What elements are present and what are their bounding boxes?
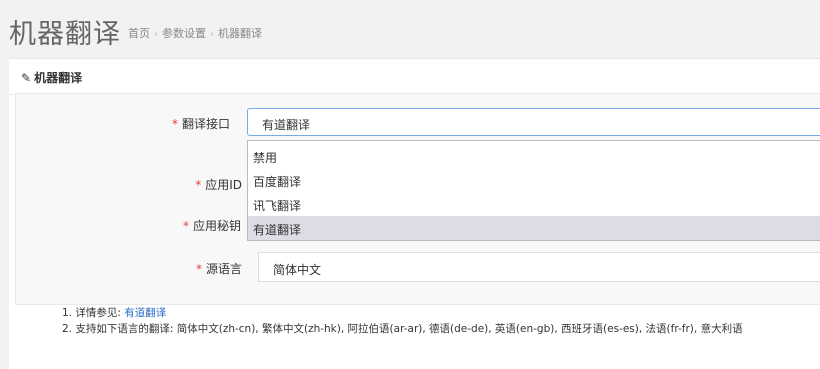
- note-line-2: 2. 支持如下语言的翻译: 简体中文(zh-cn), 繁体中文(zh-hk), …: [62, 323, 743, 335]
- source-language-label: * 源语言: [195, 262, 242, 276]
- youdao-link[interactable]: 有道翻译: [124, 307, 166, 319]
- option-youdao[interactable]: 有道翻译: [248, 216, 820, 240]
- required-mark: *: [182, 219, 189, 233]
- panel-title: ✎ 机器翻译: [21, 69, 82, 86]
- app-id-label: * 应用ID: [195, 178, 242, 192]
- panel-header: ✎ 机器翻译: [9, 59, 820, 95]
- source-language-select[interactable]: 简体中文: [258, 252, 820, 282]
- translate-api-select[interactable]: 有道翻译: [247, 108, 820, 136]
- help-notes: 1. 详情参见: 有道翻译 2. 支持如下语言的翻译: 简体中文(zh-cn),…: [62, 305, 743, 337]
- option-baidu[interactable]: 百度翻译: [248, 168, 820, 192]
- breadcrumb-separator: ›: [154, 29, 158, 40]
- app-secret-label: * 应用秘钥: [182, 219, 241, 233]
- pencil-icon: ✎: [21, 71, 32, 85]
- page-title: 机器翻译: [9, 19, 121, 50]
- source-language-value: 简体中文: [273, 263, 322, 277]
- breadcrumb-current: 机器翻译: [218, 27, 262, 40]
- option-xunfei[interactable]: 讯飞翻译: [248, 192, 820, 216]
- translate-api-label: * 翻译接口: [171, 117, 230, 131]
- translate-api-dropdown: 禁用 百度翻译 讯飞翻译 有道翻译: [247, 140, 820, 241]
- required-mark: *: [171, 117, 178, 131]
- breadcrumb-home[interactable]: 首页: [128, 27, 150, 40]
- note-line-1: 1. 详情参见: 有道翻译: [62, 307, 167, 319]
- option-disabled[interactable]: 禁用: [248, 144, 820, 168]
- breadcrumb-separator: ›: [210, 29, 214, 40]
- breadcrumb-settings[interactable]: 参数设置: [162, 27, 206, 40]
- translate-api-value: 有道翻译: [262, 118, 311, 132]
- panel-title-text: 机器翻译: [34, 71, 83, 85]
- required-mark: *: [195, 262, 202, 276]
- breadcrumb: 首页 › 参数设置 › 机器翻译: [128, 25, 262, 41]
- required-mark: *: [195, 178, 202, 192]
